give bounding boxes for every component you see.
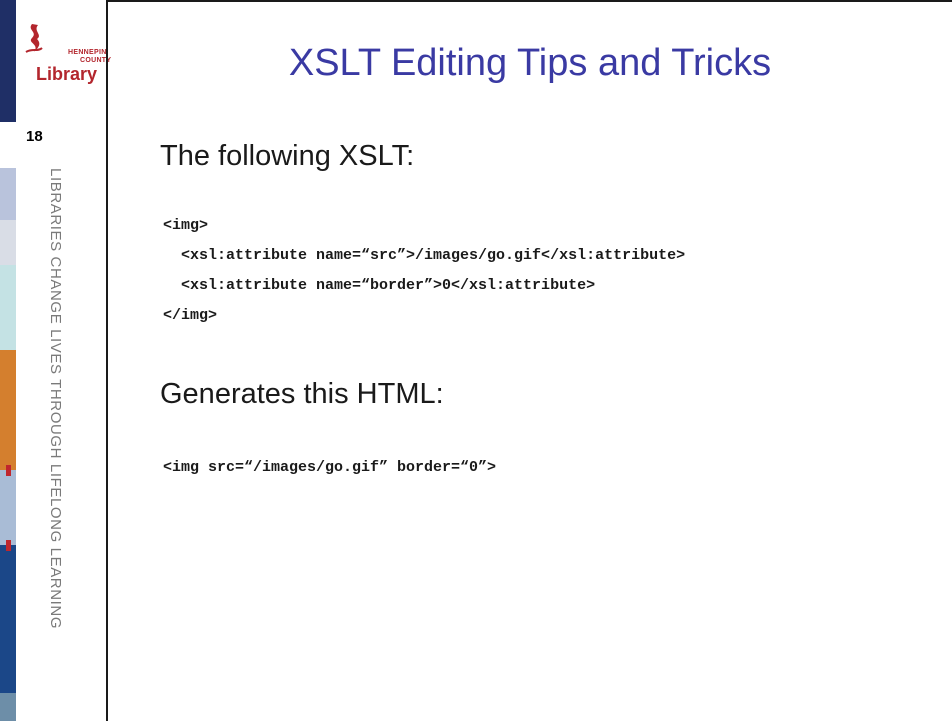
tagline-text: LIBRARIES CHANGE LIVES THROUGH LIFELONG …	[47, 168, 64, 630]
code-line: <xsl:attribute name=“border”>0</xsl:attr…	[163, 277, 596, 294]
logo-text-hennepin: HENNEPIN	[68, 49, 107, 56]
sidebar-divider	[106, 0, 108, 721]
top-border	[0, 0, 952, 2]
color-stripe-top	[0, 0, 16, 122]
color-stripe	[0, 168, 16, 220]
color-stripe	[0, 545, 16, 693]
color-stripe-accent	[6, 540, 11, 551]
sidebar: HENNEPIN COUNTY Library 18 LIBRARIES CHA…	[0, 0, 111, 721]
section-heading-html: Generates this HTML:	[160, 378, 444, 410]
color-stripe	[0, 350, 16, 470]
code-line: <img>	[163, 217, 209, 234]
html-code-block: <img src=“/images/go.gif” border=“0”>	[163, 453, 496, 483]
color-stripe	[0, 470, 16, 545]
tagline: LIBRARIES CHANGE LIVES THROUGH LIFELONG …	[47, 168, 67, 688]
color-stripe-accent	[6, 465, 11, 476]
logo-text-library: Library	[36, 64, 98, 84]
code-line: </img>	[163, 307, 218, 324]
slide: HENNEPIN COUNTY Library 18 LIBRARIES CHA…	[0, 0, 952, 721]
slide-title: XSLT Editing Tips and Tricks	[288, 42, 772, 84]
library-flame-icon	[25, 24, 43, 53]
color-stripe	[0, 693, 16, 721]
xslt-code-block: <img> <xsl:attribute name=“src”>/images/…	[163, 211, 685, 331]
section-heading-xslt: The following XSLT:	[160, 140, 415, 172]
color-stripe	[0, 265, 16, 350]
slide-number: 18	[26, 128, 43, 145]
color-stripe	[0, 220, 16, 265]
library-logo: HENNEPIN COUNTY Library	[24, 22, 111, 102]
code-line: <xsl:attribute name=“src”>/images/go.gif…	[163, 247, 686, 264]
code-line: <img src=“/images/go.gif” border=“0”>	[163, 459, 497, 476]
